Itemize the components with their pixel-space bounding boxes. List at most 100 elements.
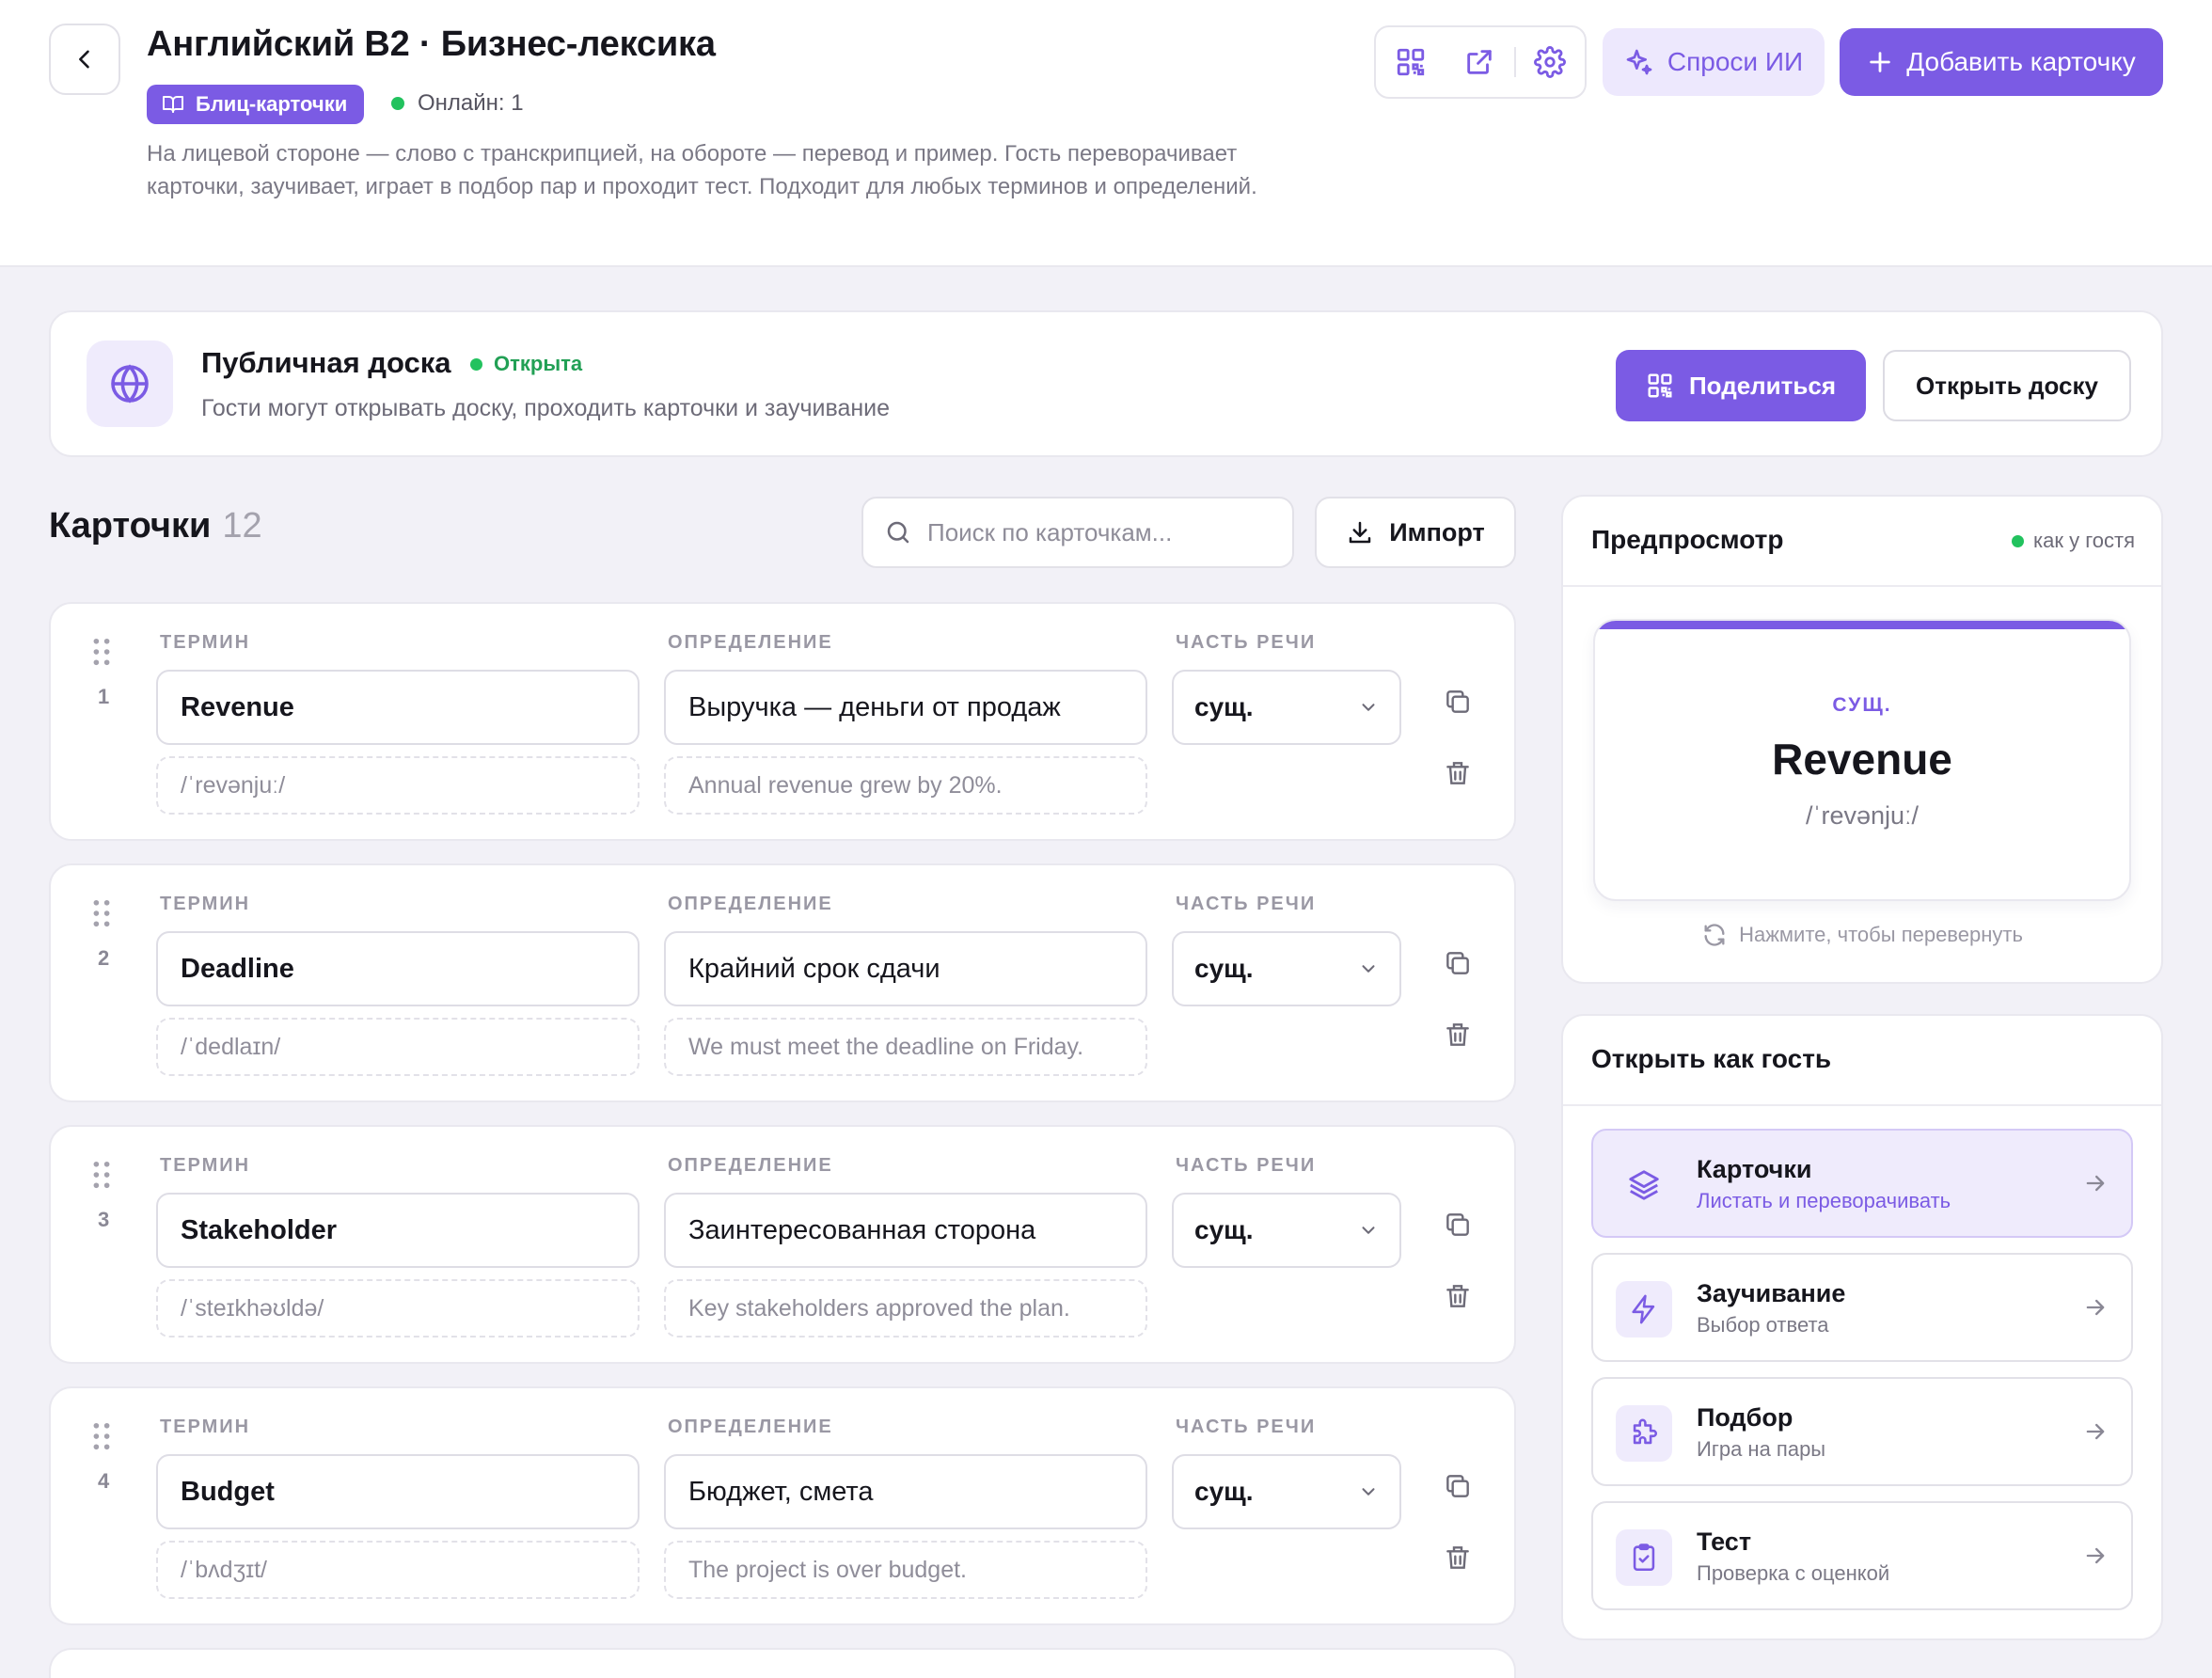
layers-icon (1629, 1170, 1659, 1200)
qr-code-button[interactable] (1376, 27, 1445, 97)
flashcard-preview[interactable]: СУЩ. Revenue /ˈrevənjuː/ (1593, 619, 2131, 901)
public-board-bar: Публичная доска Открыта Гости могут откр… (49, 310, 2163, 457)
example-field[interactable]: Key stakeholders approved the plan. (664, 1279, 1147, 1338)
term-label: ТЕРМИН (160, 1417, 251, 1437)
duplicate-button[interactable] (1439, 944, 1477, 982)
lightning-icon (1632, 1294, 1655, 1324)
example-field[interactable]: Annual revenue grew by 20%. (664, 756, 1147, 815)
refresh-icon (1704, 924, 1725, 946)
mode-learn[interactable]: Заучивание Выбор ответа (1591, 1253, 2133, 1362)
term-field[interactable]: Stakeholder (156, 1193, 640, 1268)
preview-guest-indicator: как у гостя (2012, 529, 2135, 553)
pos-select[interactable]: сущ. (1172, 1454, 1401, 1529)
mode-flashcards[interactable]: Карточки Листать и переворачивать (1591, 1129, 2133, 1238)
transcription-field[interactable]: /ˈrevənjuː/ (156, 756, 640, 815)
definition-field[interactable]: Бюджет, смета (664, 1454, 1147, 1529)
mode-title: Заучивание (1697, 1279, 1846, 1307)
import-button[interactable]: Импорт (1315, 497, 1516, 568)
search-box[interactable] (861, 497, 1294, 568)
plus-icon (1870, 52, 1890, 72)
mode-test[interactable]: Тест Проверка с оценкой (1591, 1501, 2133, 1610)
pos-select[interactable]: сущ. (1172, 931, 1401, 1006)
globe-icon-box (87, 340, 173, 427)
copy-icon (1446, 1475, 1469, 1497)
add-card-button[interactable]: Добавить карточку (1840, 28, 2163, 96)
book-open-icon (163, 96, 183, 113)
delete-button[interactable] (1439, 754, 1477, 792)
drag-handle-icon[interactable] (92, 1161, 111, 1189)
board-type-label: Блиц-карточки (196, 92, 348, 116)
definition-label: ОПРЕДЕЛЕНИЕ (668, 1417, 833, 1437)
import-label: Импорт (1389, 517, 1485, 546)
mode-icon-box (1616, 1281, 1672, 1338)
card-row: 3 ТЕРМИН ОПРЕДЕЛЕНИЕ ЧАСТЬ РЕЧИ Stakehol… (49, 1125, 1516, 1364)
pos-label: ЧАСТЬ РЕЧИ (1176, 894, 1317, 914)
transcription-field[interactable]: /ˈbʌdʒɪt/ (156, 1541, 640, 1599)
drag-handle-icon[interactable] (92, 638, 111, 666)
term-field[interactable]: Deadline (156, 931, 640, 1006)
mode-match[interactable]: Подбор Игра на пары (1591, 1377, 2133, 1486)
online-dot (391, 97, 404, 110)
preview-guest-label: как у гостя (2033, 529, 2135, 552)
open-board-button[interactable]: Открыть доску (1883, 350, 2131, 421)
cards-count: 12 (222, 506, 262, 546)
settings-button[interactable] (1516, 27, 1585, 97)
header: Английский B2 · Бизнес-лексика Блиц-карт… (0, 0, 2212, 267)
pos-select[interactable]: сущ. (1172, 1193, 1401, 1268)
qr-code-icon (1397, 48, 1424, 76)
definition-label: ОПРЕДЕЛЕНИЕ (668, 632, 833, 653)
guest-dot (2012, 534, 2025, 547)
search-icon (887, 521, 909, 544)
card-number: 4 (98, 1469, 110, 1493)
definition-field[interactable]: Заинтересованная сторона (664, 1193, 1147, 1268)
clipboard-check-icon (1633, 1543, 1655, 1572)
flip-hint-label: Нажмите, чтобы перевернуть (1739, 923, 2023, 946)
term-field[interactable]: Budget (156, 1454, 640, 1529)
definition-field[interactable]: Выручка — деньги от продаж (664, 670, 1147, 745)
cards-title: Карточки (49, 506, 212, 546)
search-input[interactable] (927, 517, 1266, 547)
open-external-button[interactable] (1445, 27, 1513, 97)
card-row: 4 ТЕРМИН ОПРЕДЕЛЕНИЕ ЧАСТЬ РЕЧИ Budget Б… (49, 1386, 1516, 1625)
example-field[interactable]: The project is over budget. (664, 1541, 1147, 1599)
pos-label: ЧАСТЬ РЕЧИ (1176, 632, 1317, 653)
card-row (49, 1648, 1516, 1678)
ask-ai-button[interactable]: Спроси ИИ (1603, 28, 1825, 96)
copy-icon (1446, 952, 1469, 974)
ask-ai-label: Спроси ИИ (1667, 47, 1804, 76)
term-label: ТЕРМИН (160, 1155, 251, 1176)
status-dot (470, 357, 482, 371)
pos-value: сущ. (1194, 692, 1254, 721)
transcription-field[interactable]: /ˈdedlaɪn/ (156, 1018, 640, 1076)
mode-title: Тест (1697, 1528, 1752, 1556)
back-button[interactable] (49, 24, 120, 95)
delete-button[interactable] (1439, 1016, 1477, 1053)
external-link-icon (1467, 50, 1492, 74)
share-button[interactable]: Поделиться (1616, 350, 1866, 421)
preview-title: Предпросмотр (1591, 525, 1784, 554)
term-field[interactable]: Revenue (156, 670, 640, 745)
preview-panel: Предпросмотр как у гостя СУЩ. Revenue /ˈ… (1561, 495, 2163, 984)
example-field[interactable]: We must meet the deadline on Friday. (664, 1018, 1147, 1076)
trash-icon (1446, 1023, 1469, 1046)
drag-handle-icon[interactable] (92, 899, 111, 927)
card-number: 3 (98, 1208, 110, 1231)
trash-icon (1446, 762, 1469, 784)
delete-button[interactable] (1439, 1539, 1477, 1576)
public-board-title: Публичная доска (201, 346, 451, 379)
definition-field[interactable]: Крайний срок сдачи (664, 931, 1147, 1006)
duplicate-button[interactable] (1439, 1206, 1477, 1243)
qr-code-icon (1648, 373, 1672, 398)
copy-icon (1446, 1213, 1469, 1236)
transcription-field[interactable]: /ˈsteɪkhəʊldə/ (156, 1279, 640, 1338)
add-card-label: Добавить карточку (1906, 47, 2136, 76)
delete-button[interactable] (1439, 1277, 1477, 1315)
puzzle-icon (1633, 1418, 1657, 1445)
pos-value: сущ. (1194, 954, 1254, 983)
mode-subtitle: Проверка с оценкой (1697, 1561, 1890, 1585)
drag-handle-icon[interactable] (92, 1422, 111, 1450)
pos-select[interactable]: сущ. (1172, 670, 1401, 745)
duplicate-button[interactable] (1439, 683, 1477, 720)
globe-icon (111, 364, 149, 404)
duplicate-button[interactable] (1439, 1467, 1477, 1505)
